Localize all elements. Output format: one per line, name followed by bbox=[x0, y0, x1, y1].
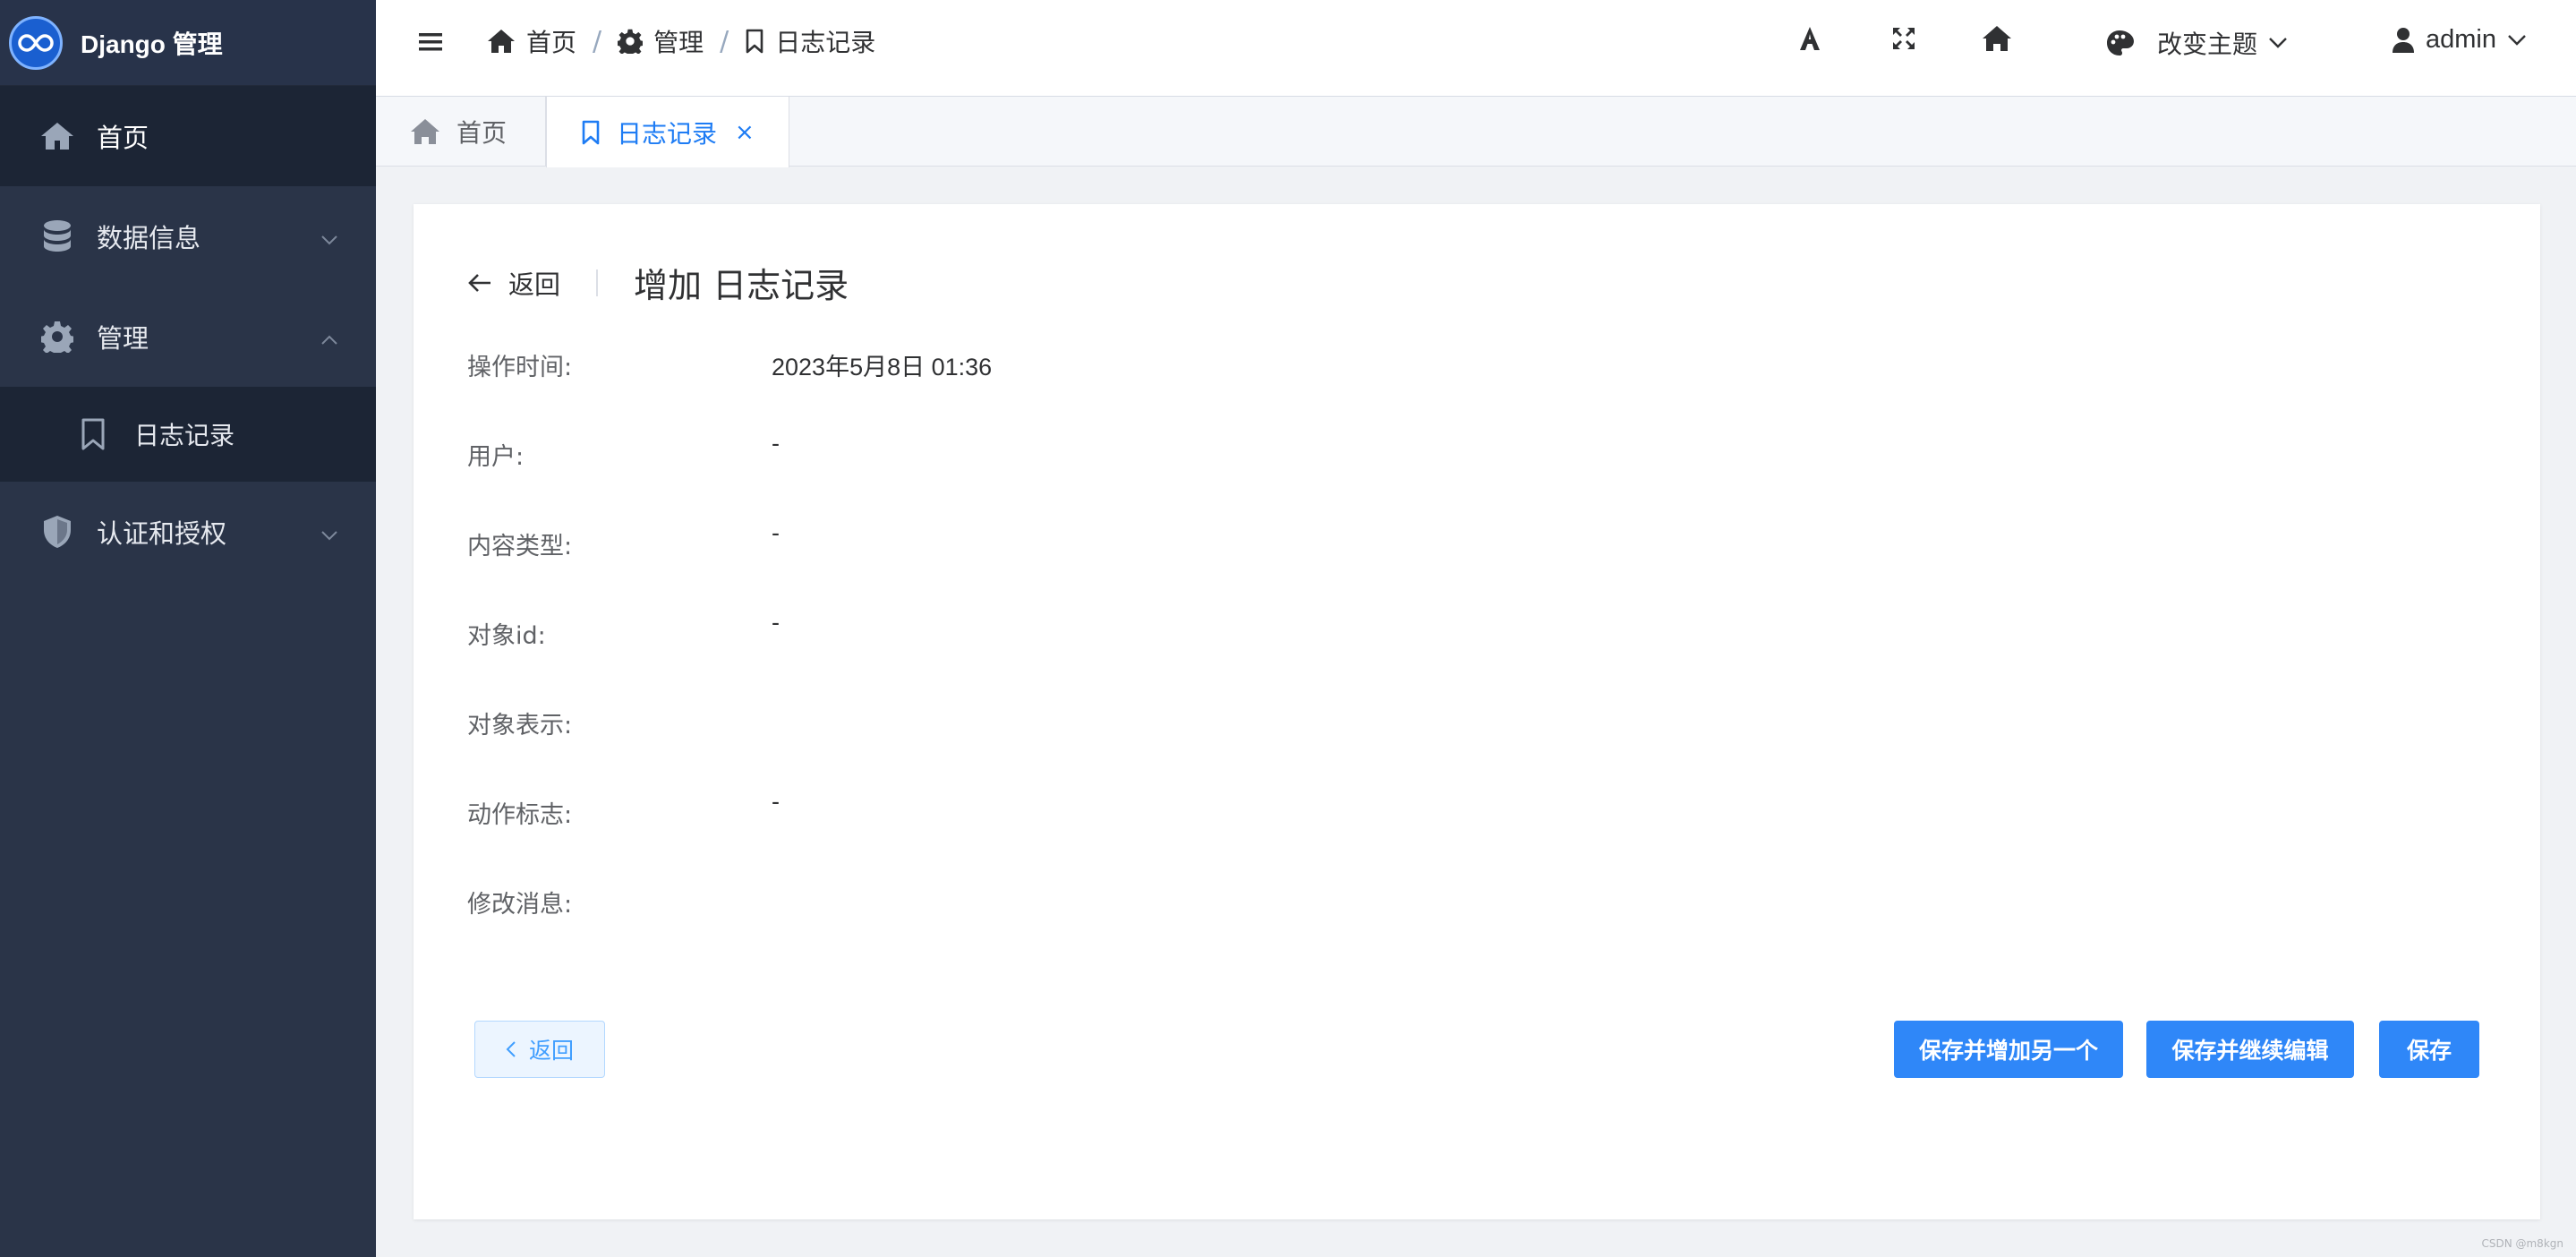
font-size-icon[interactable] bbox=[1797, 25, 1822, 52]
user-menu[interactable]: admin bbox=[2392, 25, 2527, 55]
brand-title: Django 管理 bbox=[81, 30, 223, 58]
tab-label: 日志记录 bbox=[617, 118, 718, 149]
tab-label: 首页 bbox=[456, 118, 508, 148]
chevron-down-icon bbox=[2508, 34, 2526, 46]
palette-icon bbox=[2107, 30, 2134, 56]
chevron-down-icon bbox=[320, 221, 338, 252]
topbar: 首页 / 管理 / 日志记录 改变主题 admin bbox=[376, 0, 2576, 97]
theme-switcher[interactable]: 改变主题 bbox=[2105, 25, 2288, 61]
fullscreen-icon[interactable] bbox=[1890, 25, 1917, 52]
sidebar-item-label: 认证和授权 bbox=[97, 518, 227, 549]
field-object-repr: 对象表示: bbox=[467, 705, 772, 740]
field-value: - bbox=[772, 609, 780, 636]
sidebar-item-label: 日志记录 bbox=[134, 421, 235, 450]
sidebar-item-label: 管理 bbox=[97, 323, 149, 354]
page-title: 增加 日志记录 bbox=[634, 266, 849, 305]
watermark: CSDN @m8kgn bbox=[2481, 1237, 2563, 1250]
form-card: 返回 增加 日志记录 操作时间: 2023年5月8日 01:36 用户: - 内… bbox=[414, 204, 2540, 1219]
home-icon bbox=[488, 30, 515, 53]
sidebar-item-data-info[interactable]: 数据信息 bbox=[0, 186, 376, 286]
chevron-down-icon bbox=[2269, 38, 2287, 48]
user-icon bbox=[2393, 27, 2414, 53]
home-icon bbox=[411, 119, 439, 144]
home-icon[interactable] bbox=[1982, 25, 2012, 52]
close-icon[interactable]: × bbox=[735, 119, 755, 146]
breadcrumb-label: 日志记录 bbox=[775, 28, 876, 57]
django-logo-icon bbox=[9, 15, 63, 70]
sidebar-item-auth[interactable]: 认证和授权 bbox=[0, 482, 376, 582]
back-link[interactable]: 返回 bbox=[467, 264, 560, 302]
field-user: 用户: - bbox=[467, 430, 780, 472]
sidebar-item-label: 数据信息 bbox=[97, 223, 201, 253]
save-and-continue-button[interactable]: 保存并继续编辑 bbox=[2146, 1021, 2354, 1078]
field-label: 内容类型: bbox=[467, 533, 573, 560]
brand[interactable]: Django 管理 bbox=[0, 0, 376, 86]
tab-home[interactable]: 首页 bbox=[376, 97, 546, 167]
breadcrumb-separator: / bbox=[593, 25, 602, 57]
bookmark-icon bbox=[77, 416, 109, 452]
field-value: - bbox=[772, 788, 780, 815]
theme-label: 改变主题 bbox=[2157, 30, 2258, 59]
breadcrumb: 首页 / 管理 / 日志记录 bbox=[487, 23, 875, 59]
field-label: 修改消息: bbox=[467, 891, 573, 919]
field-label: 操作时间: bbox=[467, 354, 573, 381]
sidebar-item-home[interactable]: 首页 bbox=[0, 86, 376, 186]
field-action-flag: 动作标志: - bbox=[467, 788, 780, 830]
bookmark-icon bbox=[582, 120, 600, 144]
field-change-message: 修改消息: bbox=[467, 885, 772, 919]
field-value: 2023年5月8日 01:36 bbox=[772, 354, 993, 381]
sidebar: Django 管理 首页 数据信息 管理 日志记录 认证和授权 bbox=[0, 0, 376, 1257]
save-button[interactable]: 保存 bbox=[2379, 1021, 2479, 1078]
field-label: 用户: bbox=[467, 443, 525, 471]
breadcrumb-label: 首页 bbox=[526, 28, 577, 57]
gear-icon bbox=[618, 29, 644, 54]
shield-icon bbox=[39, 514, 75, 550]
field-label: 对象id: bbox=[467, 622, 546, 650]
field-label: 动作标志: bbox=[467, 801, 573, 829]
sidebar-item-label: 首页 bbox=[97, 123, 149, 153]
tab-log-entry[interactable]: 日志记录 × bbox=[546, 97, 789, 167]
back-button[interactable]: 返回 bbox=[474, 1021, 605, 1078]
bookmark-icon bbox=[746, 29, 763, 54]
breadcrumb-label: 管理 bbox=[653, 28, 704, 57]
field-label: 对象表示: bbox=[467, 712, 573, 740]
field-object-id: 对象id: - bbox=[467, 609, 780, 651]
chevron-down-icon bbox=[320, 517, 338, 547]
field-action-time: 操作时间: 2023年5月8日 01:36 bbox=[467, 347, 992, 382]
tab-bar: 首页 日志记录 × bbox=[376, 97, 2576, 167]
chevron-left-icon bbox=[506, 1041, 516, 1057]
header-divider bbox=[596, 269, 599, 296]
breadcrumb-admin[interactable]: 管理 bbox=[618, 23, 704, 59]
back-button-label: 返回 bbox=[528, 1039, 574, 1064]
chevron-up-icon bbox=[320, 321, 338, 352]
field-content-type: 内容类型: - bbox=[467, 519, 780, 561]
field-value: - bbox=[772, 430, 780, 457]
breadcrumb-separator: / bbox=[720, 25, 729, 57]
save-and-add-another-button[interactable]: 保存并增加另一个 bbox=[1894, 1021, 2123, 1078]
hamburger-menu-icon[interactable] bbox=[417, 29, 444, 59]
field-value: - bbox=[772, 519, 780, 546]
database-icon bbox=[39, 218, 75, 254]
home-icon bbox=[39, 118, 75, 154]
app-root: Django 管理 首页 数据信息 管理 日志记录 认证和授权 首页 / 管理 … bbox=[0, 0, 2576, 1257]
breadcrumb-log-entry: 日志记录 bbox=[745, 23, 875, 59]
sidebar-item-admin[interactable]: 管理 bbox=[0, 286, 376, 387]
gear-icon bbox=[39, 319, 75, 355]
page-header: 返回 增加 日志记录 bbox=[467, 258, 849, 307]
breadcrumb-home[interactable]: 首页 bbox=[487, 23, 576, 59]
arrow-left-icon bbox=[468, 273, 490, 292]
user-label: admin bbox=[2426, 25, 2496, 54]
sidebar-item-log-entry[interactable]: 日志记录 bbox=[0, 387, 376, 482]
back-link-label: 返回 bbox=[508, 269, 561, 300]
